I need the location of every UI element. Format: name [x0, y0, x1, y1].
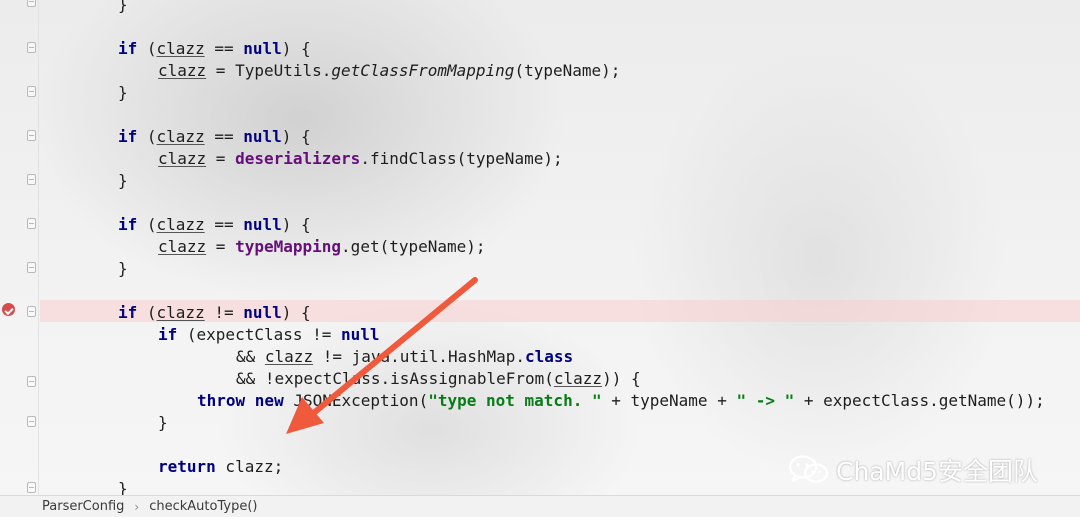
code-token: } — [118, 83, 128, 102]
fold-marker-icon[interactable] — [27, 130, 36, 141]
code-token: deserializers — [235, 149, 361, 168]
code-line[interactable]: clazz = TypeUtils.getClassFromMapping(ty… — [158, 60, 620, 82]
code-token: ) { — [281, 127, 311, 146]
fold-marker-icon[interactable] — [27, 86, 36, 97]
code-token: if — [118, 39, 138, 58]
code-line[interactable]: if (clazz == null) { — [118, 38, 311, 60]
fold-marker-icon[interactable] — [27, 306, 36, 317]
code-token: == — [204, 215, 244, 234]
code-token: return — [158, 457, 216, 476]
code-token: typeMapping — [235, 237, 342, 256]
code-token: ( — [137, 215, 157, 234]
code-token: } — [118, 259, 128, 278]
code-token: )) { — [602, 369, 641, 388]
code-token: } — [118, 0, 128, 14]
code-token: (typeName); — [514, 61, 621, 80]
code-token: ) { — [281, 39, 311, 58]
code-token: null — [243, 215, 282, 234]
code-token: clazz — [158, 237, 207, 256]
code-token: .get(typeName); — [341, 237, 486, 256]
code-token: getClassFromMapping — [331, 61, 515, 80]
fold-marker-icon[interactable] — [27, 262, 36, 273]
code-token: if — [118, 303, 138, 322]
code-token: = — [206, 149, 236, 168]
code-token: clazz — [156, 39, 205, 58]
code-token: } — [158, 413, 168, 432]
code-token: ( — [137, 303, 157, 322]
gutter-divider — [38, 0, 39, 495]
code-token: if — [158, 325, 178, 344]
code-token: null — [341, 325, 380, 344]
watermark-text: ChaMd5安全团队 — [836, 457, 1038, 486]
code-token: null — [243, 39, 282, 58]
code-line[interactable]: && clazz != java.util.HashMap.class — [236, 346, 573, 368]
code-token: clazz — [264, 347, 314, 366]
code-token: class — [525, 347, 574, 366]
code-token: clazz; — [215, 457, 284, 476]
code-line[interactable]: throw new JSONException("type not match.… — [197, 390, 1045, 412]
code-line[interactable]: } — [118, 258, 128, 280]
code-line[interactable]: clazz = deserializers.findClass(typeName… — [158, 148, 563, 170]
fold-marker-icon[interactable] — [27, 376, 36, 387]
code-token: clazz — [156, 303, 205, 322]
code-token: clazz — [158, 61, 207, 80]
code-token: clazz — [156, 215, 205, 234]
breakpoint-icon[interactable] — [2, 303, 15, 316]
fold-marker-icon[interactable] — [27, 218, 36, 229]
editor-gutter — [0, 0, 40, 495]
code-line[interactable]: } — [118, 0, 128, 16]
code-token: ( — [137, 39, 157, 58]
code-token: = TypeUtils. — [206, 61, 332, 80]
code-token: != java.util.HashMap. — [313, 347, 525, 366]
code-line[interactable]: if (clazz == null) { — [118, 126, 311, 148]
fold-marker-icon[interactable] — [27, 42, 36, 53]
code-token: ) { — [281, 215, 311, 234]
code-token: + expectClass.getName()); — [794, 391, 1045, 410]
code-token: } — [118, 171, 128, 190]
breadcrumb-item-method[interactable]: checkAutoType() — [149, 499, 257, 514]
code-token: == — [204, 39, 244, 58]
code-token: + typeName + — [601, 391, 737, 410]
code-token: " -> " — [736, 391, 795, 410]
code-token: null — [243, 127, 282, 146]
code-token: .findClass(typeName); — [360, 149, 563, 168]
fold-marker-icon[interactable] — [27, 482, 36, 493]
code-token: "type not match. " — [428, 391, 602, 410]
code-line[interactable]: if (clazz == null) { — [118, 214, 311, 236]
wechat-icon — [788, 455, 829, 483]
code-token: && !expectClass.isAssignableFrom( — [236, 369, 554, 388]
code-line[interactable]: && !expectClass.isAssignableFrom(clazz))… — [236, 368, 641, 390]
code-token: != — [204, 303, 244, 322]
chevron-right-icon: › — [134, 499, 140, 514]
code-line[interactable]: return clazz; — [158, 456, 283, 478]
code-line[interactable]: } — [118, 170, 128, 192]
code-token: = — [206, 237, 236, 256]
code-token: JSONException( — [283, 391, 429, 410]
fold-marker-icon[interactable] — [27, 416, 36, 427]
code-token: clazz — [158, 149, 207, 168]
code-token: clazz — [553, 369, 603, 388]
code-token: == — [204, 127, 244, 146]
code-token: ( — [137, 127, 157, 146]
code-token: if — [118, 127, 138, 146]
fold-marker-icon[interactable] — [27, 174, 36, 185]
code-token: ) { — [281, 303, 311, 322]
code-line[interactable]: if (clazz != null) { — [118, 302, 311, 324]
code-line[interactable]: clazz = typeMapping.get(typeName); — [158, 236, 486, 258]
fold-marker-icon[interactable] — [27, 0, 36, 7]
code-line[interactable]: } — [118, 82, 128, 104]
code-token: (expectClass != — [177, 325, 342, 344]
code-line[interactable]: } — [158, 412, 168, 434]
code-token: throw new — [197, 391, 284, 410]
watermark: ChaMd5安全团队 — [788, 452, 1038, 488]
code-token: && — [236, 347, 265, 366]
breadcrumb-item-class[interactable]: ParserConfig — [42, 499, 124, 514]
code-token: if — [118, 215, 138, 234]
code-token: null — [243, 303, 282, 322]
code-line[interactable]: if (expectClass != null — [158, 324, 380, 346]
code-token: clazz — [156, 127, 205, 146]
breadcrumb: ParserConfig › checkAutoType() — [0, 495, 1080, 517]
